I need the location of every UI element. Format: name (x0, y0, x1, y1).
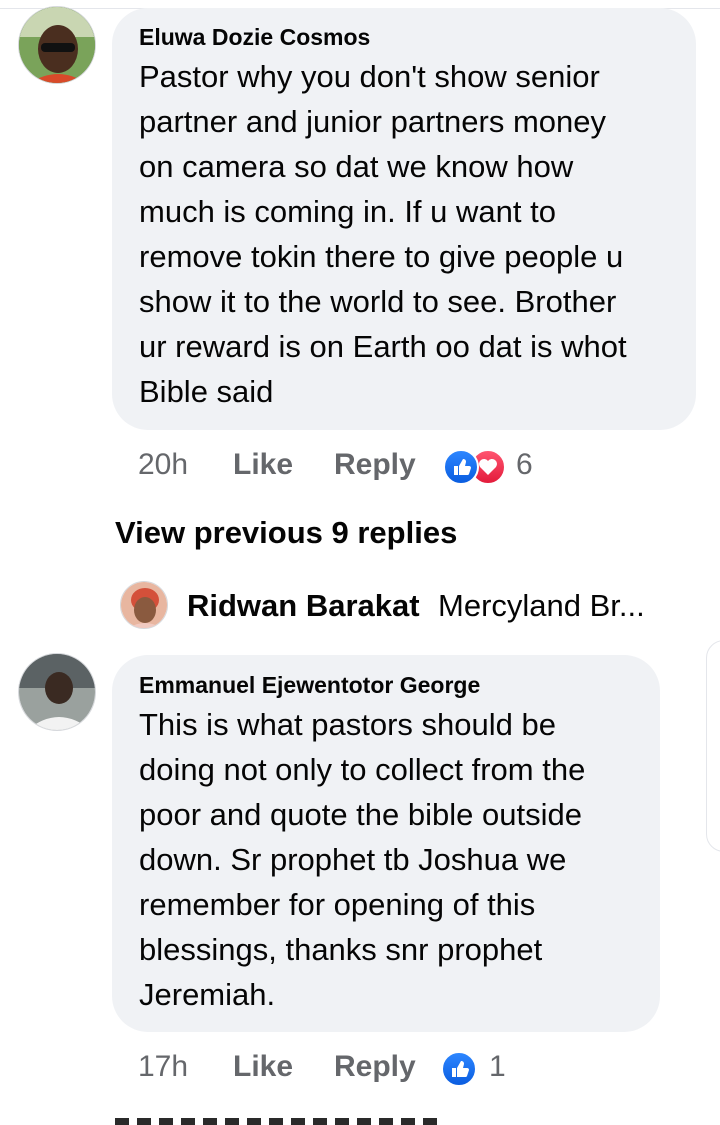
reply-avatar-image (121, 582, 167, 628)
avatar-image (19, 7, 95, 83)
comment-time[interactable]: 17h (138, 1050, 188, 1084)
comment-text: This is what pastors should be doing not… (139, 707, 586, 1012)
reply-author[interactable]: Ridwan Barakat (187, 588, 420, 624)
like-button[interactable]: Like (233, 448, 293, 482)
reaction-count[interactable]: 1 (489, 1050, 506, 1084)
like-button[interactable]: Like (233, 1050, 293, 1084)
comment-text: Pastor why you don't show senior partner… (139, 59, 627, 409)
comment-author[interactable]: Eluwa Dozie Cosmos (139, 24, 370, 51)
avatar-image (19, 654, 95, 730)
avatar[interactable] (18, 6, 96, 84)
reply-button[interactable]: Reply (334, 1050, 416, 1084)
avatar[interactable] (18, 653, 96, 731)
cutoff-text-edge (115, 1118, 445, 1125)
comment-author[interactable]: Emmanuel Ejewentotor George (139, 672, 480, 699)
reaction-count[interactable]: 6 (516, 448, 533, 482)
reply-button[interactable]: Reply (334, 448, 416, 482)
view-previous-replies[interactable]: View previous 9 replies (115, 515, 457, 551)
like-reaction-icon[interactable] (441, 1051, 477, 1087)
side-card-edge (706, 640, 720, 852)
reply-snippet[interactable]: Mercyland Br... (438, 588, 645, 624)
comment-time[interactable]: 20h (138, 448, 188, 482)
like-reaction-icon[interactable] (443, 449, 479, 485)
reply-avatar[interactable] (120, 581, 168, 629)
